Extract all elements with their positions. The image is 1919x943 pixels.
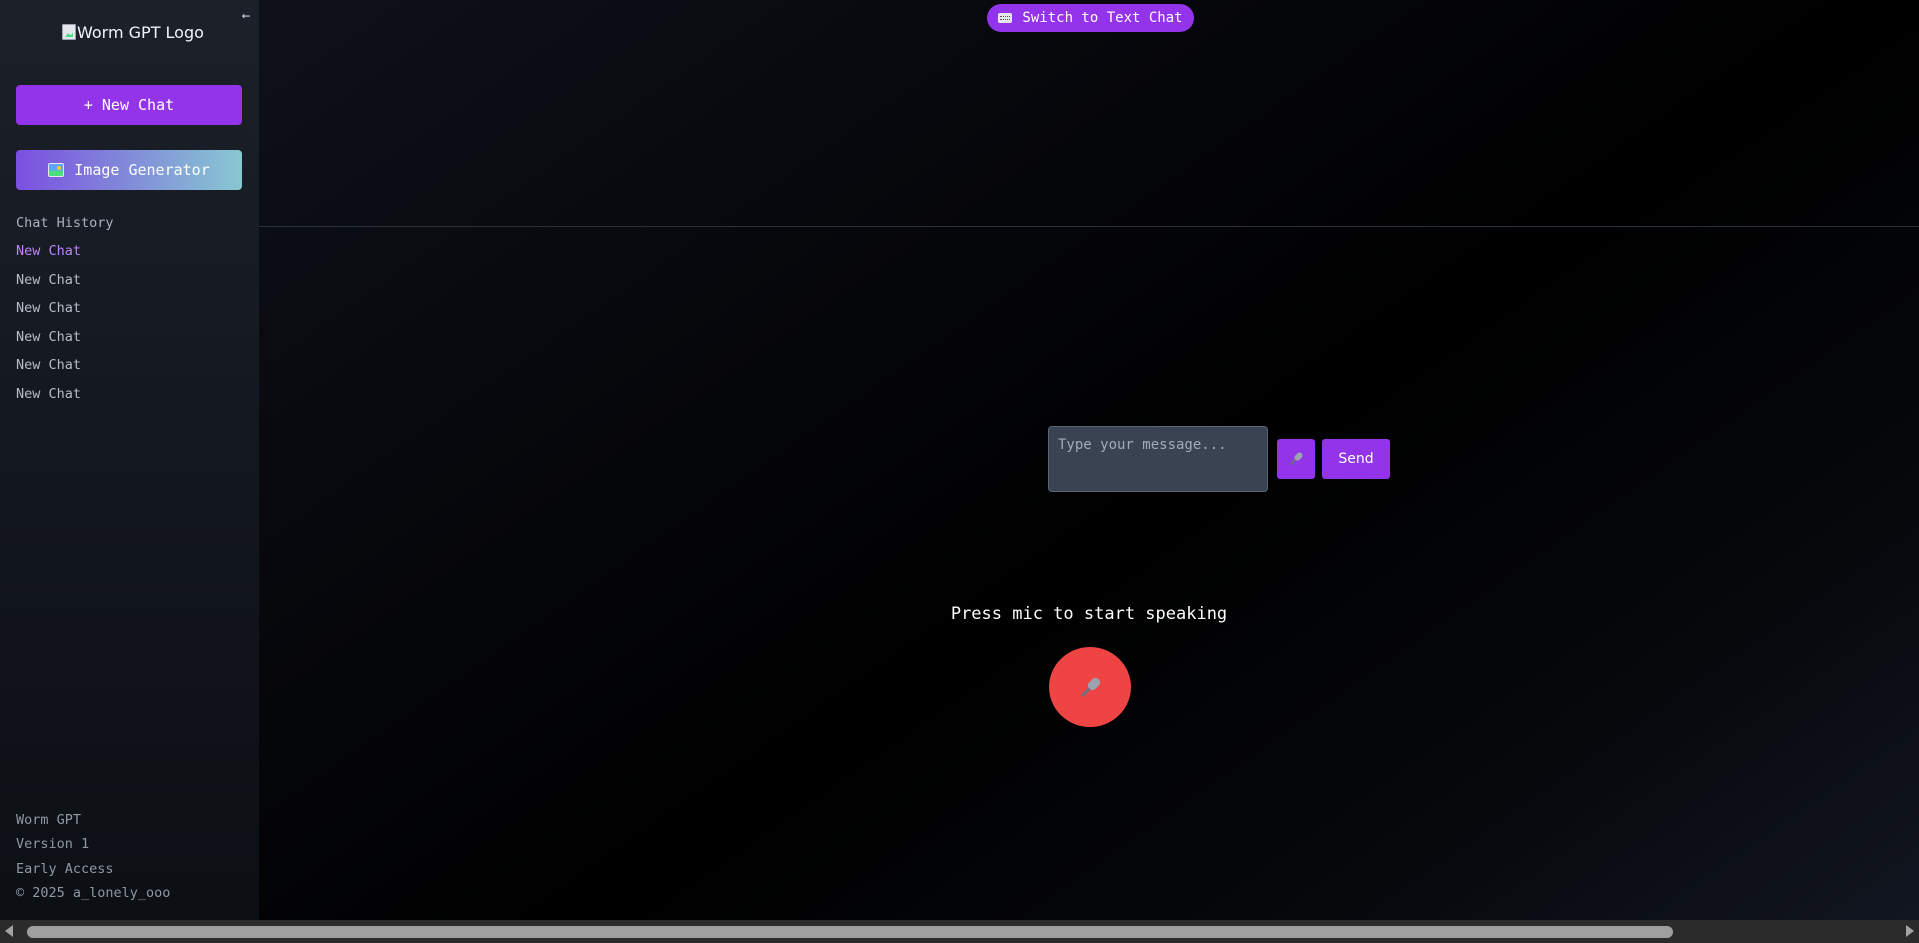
footer-version: Version 1 <box>16 836 90 853</box>
new-chat-button[interactable]: + New Chat <box>16 85 242 125</box>
scroll-right-icon[interactable] <box>1906 925 1914 937</box>
logo-alt-text: Worm GPT Logo <box>77 22 204 42</box>
scroll-left-icon[interactable] <box>5 925 13 937</box>
footer-app-name: Worm GPT <box>16 812 82 828</box>
footer-copyright: © 2025 a_lonely_ooo <box>16 884 171 901</box>
image-generator-label: Image Generator <box>74 161 210 179</box>
history-item[interactable]: New Chat <box>16 357 81 386</box>
collapse-sidebar-icon[interactable]: ← <box>238 8 254 24</box>
horizontal-scrollbar[interactable] <box>0 920 1919 943</box>
microphone-icon <box>1079 675 1102 699</box>
broken-image-icon <box>62 24 76 40</box>
sidebar: ← Worm GPT Logo + New Chat Image Generat… <box>0 0 259 920</box>
voice-prompt: Press mic to start speaking <box>950 604 1228 624</box>
mic-button[interactable] <box>1277 439 1315 479</box>
logo: Worm GPT Logo <box>62 20 204 44</box>
history-item[interactable]: New Chat <box>16 300 81 329</box>
divider <box>259 226 1919 227</box>
new-chat-label: + New Chat <box>83 96 175 114</box>
chat-history-title: Chat History <box>16 215 114 231</box>
picture-icon <box>48 163 65 177</box>
app-window: ← Worm GPT Logo + New Chat Image Generat… <box>0 0 1919 943</box>
footer-stage: Early Access <box>16 860 114 877</box>
send-button[interactable]: Send <box>1322 439 1390 479</box>
history-item[interactable]: New Chat <box>16 386 81 415</box>
switch-to-text-chat-button[interactable]: Switch to Text Chat <box>987 4 1194 32</box>
voice-mic-button[interactable] <box>1049 647 1131 727</box>
history-item[interactable]: New Chat <box>16 243 81 272</box>
switch-label: Switch to Text Chat <box>1022 10 1183 26</box>
microphone-icon <box>1288 451 1304 467</box>
message-input[interactable] <box>1048 426 1268 492</box>
send-label: Send <box>1338 451 1374 467</box>
main-panel: Switch to Text Chat Send Press mic to st… <box>259 0 1919 920</box>
history-item[interactable]: New Chat <box>16 329 81 358</box>
chat-history-list: New Chat New Chat New Chat New Chat New … <box>16 243 81 414</box>
keyboard-icon <box>998 13 1013 23</box>
scrollbar-thumb[interactable] <box>27 926 1673 938</box>
sidebar-footer: Worm GPT Version 1 Early Access © 2025 a… <box>16 812 170 909</box>
image-generator-button[interactable]: Image Generator <box>16 150 242 190</box>
history-item[interactable]: New Chat <box>16 272 81 301</box>
